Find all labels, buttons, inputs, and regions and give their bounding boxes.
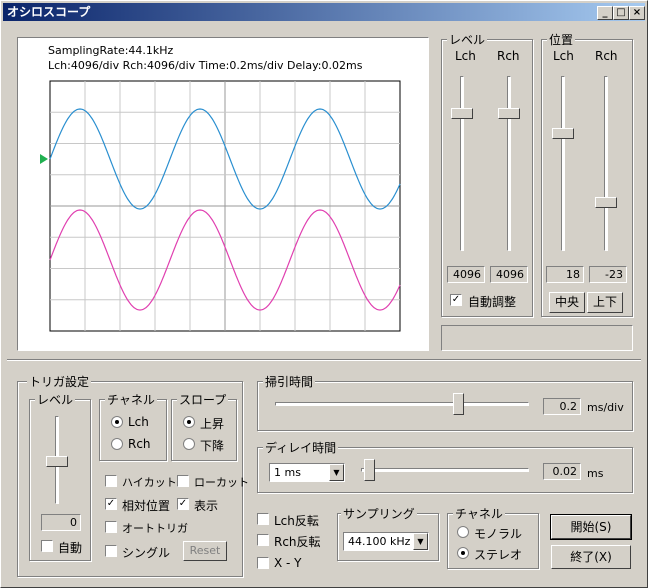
highcut-label: ハイカット <box>122 476 177 489</box>
level-rch-slider-thumb[interactable] <box>498 108 520 119</box>
minimize-button[interactable]: _ <box>597 6 613 20</box>
window-title: オシロスコープ <box>7 5 91 19</box>
trigger-rch-radio[interactable] <box>111 438 123 450</box>
trigger-lch-radio[interactable] <box>111 416 123 428</box>
trigger-channel-title: チャネル <box>105 391 157 408</box>
rch-invert-label: Rch反転 <box>274 535 321 549</box>
close-button[interactable]: × <box>629 6 645 20</box>
position-lch-slider-track[interactable] <box>561 76 565 251</box>
trigger-level-slider-thumb[interactable] <box>46 456 68 467</box>
lowcut-checkbox[interactable] <box>177 475 189 487</box>
level-rch-label: Rch <box>497 49 520 63</box>
rch-invert-checkbox[interactable] <box>257 534 269 546</box>
position-rch-label: Rch <box>595 49 618 63</box>
delay-title: ディレイ時間 <box>263 439 339 456</box>
mono-label: モノラル <box>474 527 523 541</box>
level-lch-slider-track[interactable] <box>460 76 464 251</box>
trigger-rch-label: Rch <box>128 437 151 451</box>
trigger-slope-title: スロープ <box>177 391 229 408</box>
delay-slider-thumb[interactable] <box>364 459 375 481</box>
position-lch-slider-thumb[interactable] <box>552 128 574 139</box>
slope-up-radio[interactable] <box>183 416 195 428</box>
maximize-button[interactable]: □ <box>613 6 629 20</box>
relative-label: 相対位置 <box>122 499 171 513</box>
chevron-down-icon[interactable]: ▼ <box>329 464 344 481</box>
level-lch-value: 4096 <box>447 266 485 283</box>
position-lch-value: 18 <box>546 266 584 283</box>
channel-title: チャネル <box>453 505 505 522</box>
status-box <box>441 325 633 351</box>
updown-button[interactable]: 上下 <box>587 292 623 313</box>
single-label: シングル <box>122 546 171 560</box>
trigger-lch-label: Lch <box>128 415 149 429</box>
level-group-title: レベル <box>447 31 488 48</box>
level-rch-value: 4096 <box>490 266 528 283</box>
level-auto-label: 自動調整 <box>468 295 517 309</box>
level-lch-slider-thumb[interactable] <box>451 108 473 119</box>
position-group-title: 位置 <box>547 31 576 48</box>
mono-radio[interactable] <box>457 526 469 538</box>
sampling-select[interactable]: 44.100 kHz ▼ <box>343 532 429 551</box>
relative-checkbox[interactable]: ✓ <box>105 498 117 510</box>
trigger-auto-label: 自動 <box>58 541 83 555</box>
highcut-checkbox[interactable] <box>105 475 117 487</box>
display-label: 表示 <box>194 499 219 513</box>
separator <box>7 359 641 361</box>
lch-invert-label: Lch反転 <box>274 514 319 528</box>
trigger-group-title: トリガ設定 <box>27 373 92 390</box>
display-checkbox[interactable]: ✓ <box>177 498 189 510</box>
scope-graph <box>40 80 401 332</box>
trigger-level-value: 0 <box>41 514 81 531</box>
sampling-title: サンプリング <box>341 505 417 522</box>
oscilloscope-window: オシロスコープ _ □ × SamplingRate:44.1kHz Lch:4… <box>0 0 648 588</box>
chevron-down-icon[interactable]: ▼ <box>413 533 428 550</box>
delay-value: 0.02 <box>543 463 581 480</box>
sweep-slider-thumb[interactable] <box>453 393 464 415</box>
end-button[interactable]: 終了(X) <box>551 545 631 569</box>
scope-display: SamplingRate:44.1kHz Lch:4096/div Rch:40… <box>17 37 429 351</box>
lowcut-label: ローカット <box>194 476 249 489</box>
reset-button[interactable]: Reset <box>183 541 227 561</box>
slope-up-label: 上昇 <box>200 417 225 431</box>
delay-range-value: 1 ms <box>274 466 301 479</box>
trigger-level-group <box>29 399 91 561</box>
stereo-radio[interactable] <box>457 547 469 559</box>
sweep-slider-track[interactable] <box>275 402 529 406</box>
position-rch-slider-track[interactable] <box>604 76 608 251</box>
position-rch-slider-thumb[interactable] <box>595 197 617 208</box>
stereo-label: ステレオ <box>474 548 523 562</box>
lch-invert-checkbox[interactable] <box>257 513 269 525</box>
trigger-channel-group <box>99 399 167 461</box>
delay-range-select[interactable]: 1 ms ▼ <box>269 463 345 482</box>
delay-unit: ms <box>587 467 604 480</box>
position-lch-label: Lch <box>553 49 574 63</box>
level-auto-checkbox[interactable]: ✓ <box>450 294 462 306</box>
trigger-level-title: レベル <box>35 391 76 408</box>
delay-slider-track[interactable] <box>361 468 529 472</box>
center-button[interactable]: 中央 <box>549 292 585 313</box>
trigger-auto-checkbox[interactable] <box>41 540 53 552</box>
start-button[interactable]: 開始(S) <box>550 514 632 540</box>
sweep-title: 掃引時間 <box>263 373 316 390</box>
xy-label: X - Y <box>274 556 302 570</box>
sweep-value: 0.2 <box>543 398 581 415</box>
sweep-unit: ms/div <box>587 401 624 414</box>
single-checkbox[interactable] <box>105 545 117 557</box>
title-bar: オシロスコープ _ □ × <box>3 3 645 21</box>
position-rch-value: -23 <box>589 266 627 283</box>
autotrigger-label: オートトリガ <box>122 522 188 535</box>
sampling-value: 44.100 kHz <box>348 535 411 548</box>
autotrigger-checkbox[interactable] <box>105 521 117 533</box>
slope-down-radio[interactable] <box>183 438 195 450</box>
trigger-marker-icon <box>40 154 48 164</box>
xy-checkbox[interactable] <box>257 557 269 569</box>
slope-down-label: 下降 <box>200 439 225 453</box>
level-lch-label: Lch <box>455 49 476 63</box>
level-rch-slider-track[interactable] <box>507 76 511 251</box>
